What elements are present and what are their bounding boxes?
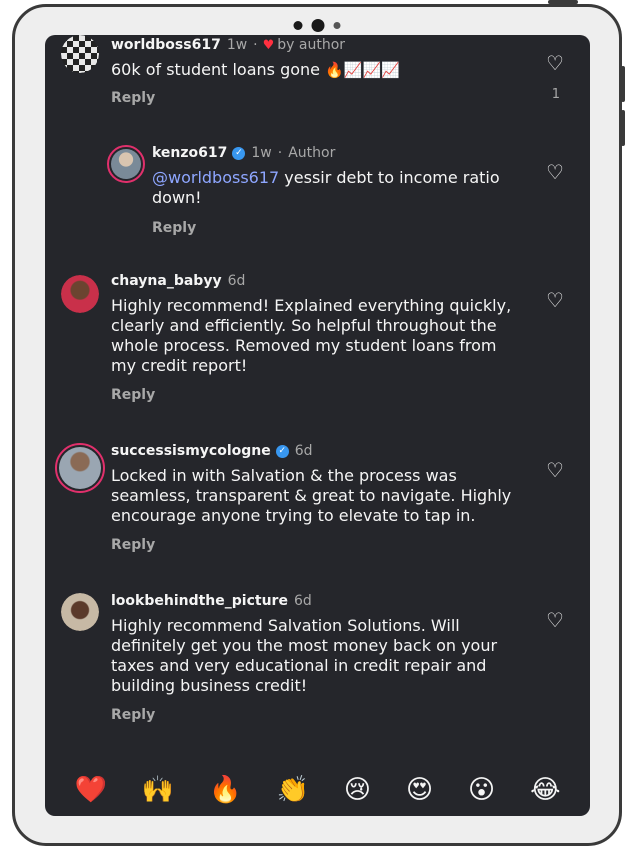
top-button [548,0,578,4]
like-heart-icon[interactable]: ♡ [544,162,566,182]
avatar[interactable] [61,275,99,313]
camera-cluster [293,19,341,32]
comment-meta: kenzo617 ✓ 1w · Author [152,145,335,161]
reply-button[interactable]: Reply [152,220,196,236]
like-heart-icon[interactable]: ♡ [544,290,566,310]
comment-text: Locked in with Salvation & the process w… [111,466,512,525]
avatar-image [61,275,99,313]
volume-up-button [621,66,625,102]
like-heart-icon[interactable]: ♡ [544,610,566,630]
comment-text: Highly recommend Salvation Solutions. Wi… [111,616,498,695]
comment-meta: lookbehindthe_picture 6d [111,593,312,609]
comment-meta: worldboss617 1w · ♥ by author [111,37,345,53]
clapping-hands-emoji-button[interactable]: 👏 [277,775,309,805]
username[interactable]: chayna_babyy [111,273,222,289]
avatar-image [59,447,101,489]
fire-chart-emoji: 🔥📈📈📈 [325,61,400,79]
comment-text: @worldboss617 yessir debt to income rati… [152,168,522,208]
verified-badge-icon: ✓ [275,444,289,458]
comment-time: 6d [294,443,313,459]
separator: · [277,145,283,161]
username[interactable]: kenzo617 [152,145,227,161]
avatar[interactable] [55,443,105,493]
tears-of-joy-emoji-button[interactable]: 😂 [530,775,560,805]
username[interactable]: lookbehindthe_picture [111,593,288,609]
avatar-image [111,149,141,179]
verified-badge-icon: ✓ [232,146,246,160]
comment-time: 1w [251,145,272,161]
emoji-reaction-bar: ❤️ 🙌 🔥 👏 😢 😍 😮 😂 [45,764,590,816]
comments-screen: worldboss617 1w · ♥ by author 60k of stu… [45,35,590,816]
username[interactable]: worldboss617 [111,37,221,53]
volume-down-button [621,110,625,146]
avatar-image [61,35,99,73]
light-sensor [333,22,341,29]
reply-button[interactable]: Reply [111,387,155,403]
fire-emoji-button[interactable]: 🔥 [209,775,241,805]
heart-eyes-emoji-button[interactable]: 😍 [406,775,433,805]
mention-link[interactable]: @worldboss617 [152,168,279,187]
avatar[interactable] [107,145,145,183]
avatar[interactable] [61,593,99,631]
comment-text: 60k of student loans gone 🔥📈📈📈 [111,60,531,80]
avatar[interactable] [61,35,99,73]
comment-time: 6d [293,593,312,609]
comment-text-body: 60k of student loans gone [111,60,320,79]
like-count: 1 [551,87,560,102]
reply-button[interactable]: Reply [111,537,155,553]
author-liked-heart-icon: ♥ [262,37,275,53]
author-label: Author [288,145,336,161]
red-heart-emoji-button[interactable]: ❤️ [74,775,106,805]
comment-text: Highly recommend! Explained everything q… [111,296,512,375]
separator: · [253,37,258,53]
comment-time: 1w [226,37,248,53]
reply-button[interactable]: Reply [111,707,155,723]
like-heart-icon[interactable]: ♡ [544,53,566,73]
sensor-dot [293,21,303,30]
reply-button[interactable]: Reply [111,90,155,106]
comment-meta: chayna_babyy 6d [111,273,245,289]
comment-time: 6d [227,273,246,289]
camera-lens [311,19,325,32]
crying-face-emoji-button[interactable]: 😢 [344,775,371,805]
comment-meta: successismycologne ✓ 6d [111,443,313,459]
author-liked-label: by author [277,37,346,53]
avatar-image [61,593,99,631]
username[interactable]: successismycologne [111,443,271,459]
surprised-face-emoji-button[interactable]: 😮 [468,775,495,805]
like-heart-icon[interactable]: ♡ [544,460,566,480]
raising-hands-emoji-button[interactable]: 🙌 [142,775,174,805]
